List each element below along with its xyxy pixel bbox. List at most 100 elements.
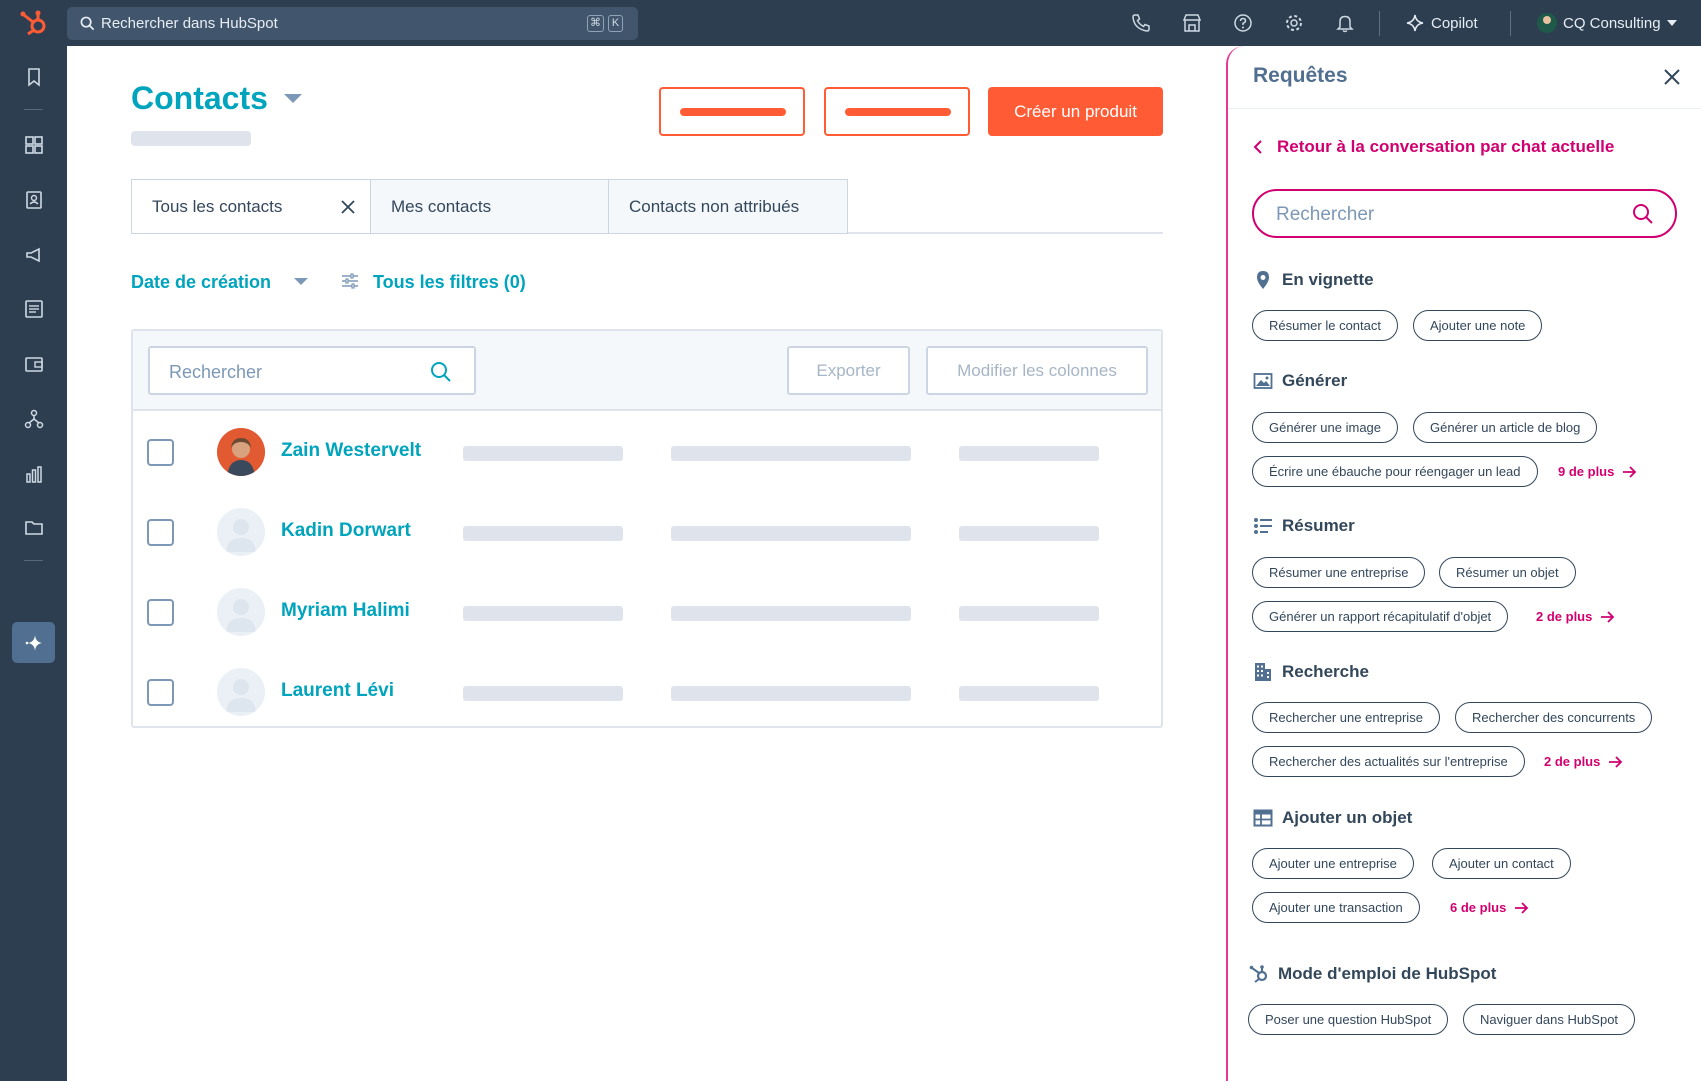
back-to-chat-link[interactable]: Retour à la conversation par chat actuel… <box>1253 137 1614 157</box>
contact-avatar <box>217 428 265 476</box>
prompt-chip[interactable]: Naviguer dans HubSpot <box>1463 1004 1636 1035</box>
contacts-icon[interactable] <box>23 189 45 211</box>
prompt-chip[interactable]: Écrire une ébauche pour réengager un lea… <box>1252 456 1538 487</box>
contacts-table: Rechercher Exporter Modifier les colonne… <box>131 329 1163 728</box>
close-icon[interactable] <box>1661 66 1683 88</box>
section-title: Ajouter un objet <box>1282 808 1413 827</box>
table-row[interactable]: Kadin Dorwart <box>133 492 1161 572</box>
tab-label: Tous les contacts <box>152 196 283 216</box>
row-checkbox[interactable] <box>147 599 174 626</box>
filter-sliders-icon[interactable] <box>341 272 359 290</box>
tab-label: Mes contacts <box>391 196 492 216</box>
export-button[interactable]: Exporter <box>787 346 910 395</box>
global-search-placeholder: Rechercher dans HubSpot <box>101 15 278 32</box>
dashboard-grid-icon[interactable] <box>23 134 45 156</box>
section-summarize: Résumer <box>1253 516 1355 536</box>
create-product-button[interactable]: Créer un produit <box>988 87 1163 136</box>
table-search-input[interactable]: Rechercher <box>148 346 476 395</box>
hubspot-logo-icon[interactable] <box>19 9 49 37</box>
table-toolbar: Rechercher Exporter Modifier les colonne… <box>133 331 1161 411</box>
copilot-button[interactable]: Copilot <box>1406 12 1478 34</box>
secondary-action-button[interactable] <box>824 87 970 136</box>
location-pin-icon <box>1257 271 1269 289</box>
more-label: 6 de plus <box>1450 900 1507 915</box>
row-checkbox[interactable] <box>147 679 174 706</box>
prompt-chip[interactable]: Générer un article de blog <box>1413 412 1598 443</box>
bookmark-icon[interactable] <box>23 66 45 88</box>
settings-gear-icon[interactable] <box>1284 13 1304 33</box>
more-prompts-link[interactable]: 2 de plus <box>1536 609 1615 624</box>
prompt-chip[interactable]: Résumer le contact <box>1252 310 1398 341</box>
secondary-action-button[interactable] <box>659 87 805 136</box>
notifications-bell-icon[interactable] <box>1335 13 1355 33</box>
prompt-chip[interactable]: Générer un rapport récapitulatif d'objet <box>1252 601 1509 632</box>
cell-placeholder <box>959 526 1099 541</box>
prompts-search-input[interactable]: Rechercher <box>1252 189 1677 238</box>
contact-name-link[interactable]: Zain Westervelt <box>281 440 421 462</box>
contact-name-link[interactable]: Myriam Halimi <box>281 600 410 622</box>
section-title: Recherche <box>1282 662 1369 681</box>
table-icon <box>1253 809 1273 827</box>
more-prompts-link[interactable]: 6 de plus <box>1450 900 1529 915</box>
contact-avatar <box>217 508 265 556</box>
copilot-label: Copilot <box>1431 14 1478 32</box>
marketing-megaphone-icon[interactable] <box>23 244 45 266</box>
creation-date-filter[interactable]: Date de création <box>131 272 271 293</box>
prompt-chip[interactable]: Résumer un objet <box>1439 557 1576 588</box>
table-row[interactable]: Zain Westervelt <box>133 412 1161 492</box>
section-generate: Générer <box>1253 371 1347 391</box>
more-prompts-link[interactable]: 2 de plus <box>1544 754 1623 769</box>
cell-placeholder <box>671 526 911 541</box>
more-label: 9 de plus <box>1558 464 1615 479</box>
default-user-icon <box>226 519 256 552</box>
prompt-chip[interactable]: Résumer une entreprise <box>1252 557 1426 588</box>
prompt-chip[interactable]: Poser une question HubSpot <box>1248 1004 1449 1035</box>
more-label: 2 de plus <box>1544 754 1601 769</box>
tab-my-contacts[interactable]: Mes contacts <box>370 179 610 234</box>
prompt-chip[interactable]: Ajouter une transaction <box>1252 892 1420 923</box>
global-search-input[interactable]: Rechercher dans HubSpot ⌘ K <box>67 7 638 40</box>
account-avatar <box>1537 13 1557 33</box>
prompt-chip[interactable]: Rechercher une entreprise <box>1252 702 1440 733</box>
table-search-placeholder: Rechercher <box>169 362 263 382</box>
reports-bar-chart-icon[interactable] <box>23 463 45 485</box>
cell-placeholder <box>671 606 911 621</box>
list-icon <box>1254 518 1272 534</box>
prompt-chip[interactable]: Générer une image <box>1252 412 1399 443</box>
tab-unassigned-contacts[interactable]: Contacts non attribués <box>608 179 848 234</box>
panel-header: Requêtes <box>1228 46 1701 109</box>
chevron-down-icon <box>1666 20 1677 26</box>
more-prompts-link[interactable]: 9 de plus <box>1558 464 1637 479</box>
commerce-wallet-icon[interactable] <box>23 353 45 375</box>
marketplace-icon[interactable] <box>1182 13 1202 33</box>
phone-icon[interactable] <box>1131 13 1151 33</box>
page-title[interactable]: Contacts <box>131 80 268 117</box>
content-icon[interactable] <box>23 298 45 320</box>
section-title: Résumer <box>1282 516 1355 535</box>
chevron-down-icon[interactable] <box>294 278 308 285</box>
prompt-chip[interactable]: Ajouter une note <box>1413 310 1543 341</box>
prompt-chip[interactable]: Rechercher des concurrents <box>1455 702 1653 733</box>
row-checkbox[interactable] <box>147 519 174 546</box>
prompt-chip[interactable]: Ajouter un contact <box>1432 848 1571 879</box>
contact-name-link[interactable]: Kadin Dorwart <box>281 520 411 542</box>
tab-all-contacts[interactable]: Tous les contacts <box>131 179 371 234</box>
contact-name-link[interactable]: Laurent Lévi <box>281 680 394 702</box>
prompt-chip[interactable]: Rechercher des actualités sur l'entrepri… <box>1252 746 1525 777</box>
account-menu[interactable]: CQ Consulting <box>1537 11 1677 35</box>
search-icon <box>80 16 95 31</box>
edit-columns-button[interactable]: Modifier les colonnes <box>926 346 1148 395</box>
section-title: Générer <box>1282 371 1348 390</box>
title-dropdown-caret-icon[interactable] <box>284 94 302 103</box>
close-tab-icon[interactable] <box>339 198 357 216</box>
prompt-chip[interactable]: Ajouter une entreprise <box>1252 848 1414 879</box>
cell-placeholder <box>671 686 911 701</box>
help-icon[interactable] <box>1233 13 1253 33</box>
cell-placeholder <box>671 446 911 461</box>
row-checkbox[interactable] <box>147 439 174 466</box>
table-row[interactable]: Laurent Lévi <box>133 652 1161 732</box>
table-row[interactable]: Myriam Halimi <box>133 572 1161 652</box>
automation-icon[interactable] <box>23 408 45 430</box>
folder-icon[interactable] <box>23 517 45 539</box>
all-filters-button[interactable]: Tous les filtres (0) <box>373 272 526 293</box>
